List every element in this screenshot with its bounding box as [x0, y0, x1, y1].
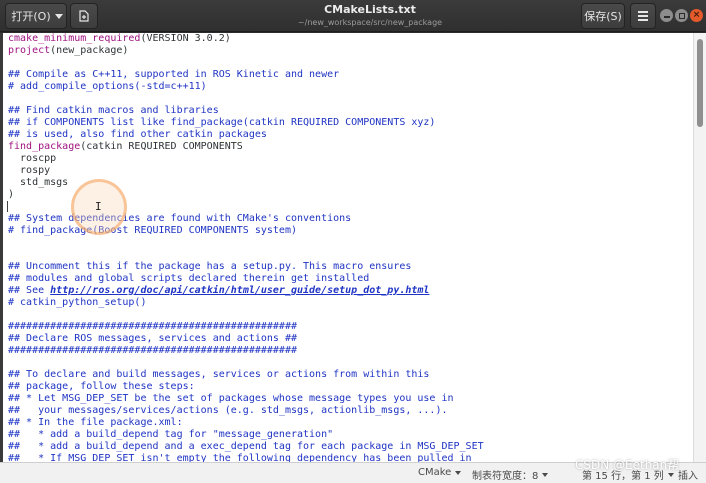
code-token: ## * In the file package.xml: [8, 417, 183, 428]
close-button[interactable]: × [690, 9, 703, 22]
code-token: # catkin_python_setup() [8, 297, 147, 308]
header-bar: 打开(O) CMakeLists.txt ~/new_workspace/src… [0, 0, 706, 32]
code-line[interactable]: ########################################… [8, 321, 484, 333]
maximize-icon [678, 12, 685, 19]
code-line[interactable] [8, 357, 484, 369]
code-line[interactable] [8, 93, 484, 105]
code-token: ## if COMPONENTS list like find_package(… [8, 117, 436, 128]
language-label: CMake [418, 467, 452, 478]
chevron-down-icon [54, 13, 63, 19]
code-token: std_msgs [8, 177, 69, 188]
menu-button[interactable] [630, 3, 656, 29]
open-button-label: 打开(O) [11, 10, 51, 23]
code-token: ## To declare and build messages, servic… [8, 369, 430, 380]
code-token: ########################################… [8, 345, 297, 356]
tab-width-selector[interactable]: 制表符宽度：8 [472, 467, 549, 482]
open-button[interactable]: 打开(O) [5, 3, 67, 29]
code-line[interactable] [8, 309, 484, 321]
code-line[interactable]: rospy [8, 165, 484, 177]
code-line[interactable]: ## To declare and build messages, servic… [8, 369, 484, 381]
window-subtitle: ~/new_workspace/src/new_package [297, 18, 443, 27]
code-line[interactable]: ########################################… [8, 345, 484, 357]
code-token: ) [8, 189, 15, 200]
code-line[interactable]: ## * If MSG_DEP_SET isn't empty the foll… [8, 453, 484, 462]
new-document-button[interactable] [70, 3, 98, 29]
scrollbar-thumb[interactable] [697, 39, 703, 127]
text-cursor [7, 201, 8, 212]
code-token: cmake_minimum_required [8, 33, 141, 44]
hamburger-menu-icon [638, 11, 648, 13]
code-line[interactable]: ## Declare ROS messages, services and ac… [8, 333, 484, 345]
code-token: # find_package(Boost REQUIRED COMPONENTS… [8, 225, 297, 236]
new-document-icon [79, 10, 89, 22]
code-line[interactable]: cmake_minimum_required(VERSION 3.0.2) [8, 33, 484, 45]
code-token: ## your messages/services/actions (e.g. … [8, 405, 448, 416]
chevron-down-icon [542, 472, 549, 477]
code-line[interactable] [8, 57, 484, 69]
code-line[interactable]: ## Find catkin macros and libraries [8, 105, 484, 117]
code-line[interactable]: ## * Let MSG_DEP_SET be the set of packa… [8, 393, 484, 405]
code-line[interactable]: ## your messages/services/actions (e.g. … [8, 405, 484, 417]
code-line[interactable]: # add_compile_options(-std=c++11) [8, 81, 484, 93]
code-line[interactable]: ## * add a build_depend and a exec_depen… [8, 441, 484, 453]
code-line[interactable]: ## * In the file package.xml: [8, 417, 484, 429]
code-view[interactable]: cmake_minimum_required(VERSION 3.0.2) pro… [8, 33, 484, 462]
chevron-down-icon [455, 470, 462, 475]
language-selector[interactable]: CMake [418, 467, 462, 478]
code-token: find_package [8, 141, 81, 152]
text-editor[interactable]: cmake_minimum_required(VERSION 3.0.2) pro… [3, 33, 693, 462]
code-token: ## package, follow these steps: [8, 381, 195, 392]
code-line[interactable]: find_package(catkin REQUIRED COMPONENTS [8, 141, 484, 153]
code-line[interactable]: # catkin_python_setup() [8, 297, 484, 309]
code-line[interactable] [8, 249, 484, 261]
vertical-scrollbar[interactable] [693, 33, 706, 462]
minimize-icon [663, 16, 670, 18]
insert-mode: 插入 [678, 467, 698, 482]
code-token: ## is used, also find other catkin packa… [8, 129, 267, 140]
maximize-button[interactable] [675, 9, 688, 22]
tab-width-label: 制表符宽度：8 [472, 471, 539, 482]
code-line[interactable]: ## package, follow these steps: [8, 381, 484, 393]
code-line[interactable]: ## if COMPONENTS list like find_package(… [8, 117, 484, 129]
code-link[interactable]: http://ros.org/doc/api/catkin/html/user_… [50, 285, 429, 296]
code-token: ## * If MSG_DEP_SET isn't empty the foll… [8, 453, 472, 462]
code-line[interactable]: ## modules and global scripts declared t… [8, 273, 484, 285]
chevron-down-icon [667, 472, 674, 477]
code-line[interactable] [8, 237, 484, 249]
code-token: ## * add a build_depend and a exec_depen… [8, 441, 484, 452]
watermark: CSDN @Eethan帮 [575, 458, 680, 472]
code-token: (new_package) [50, 45, 129, 56]
insert-mode-label: 插入 [678, 471, 698, 482]
window-title: CMakeLists.txt [324, 3, 416, 16]
code-token: ########################################… [8, 321, 297, 332]
code-token: ## * Let MSG_DEP_SET be the set of packa… [8, 393, 454, 404]
code-token: roscpp [8, 153, 57, 164]
code-token: ## Find catkin macros and libraries [8, 105, 219, 116]
close-icon: × [692, 10, 701, 20]
code-line[interactable]: project(new_package) [8, 45, 484, 57]
code-line[interactable]: roscpp [8, 153, 484, 165]
title-area: CMakeLists.txt ~/new_workspace/src/new_p… [210, 3, 530, 28]
code-line[interactable]: ## Compile as C++11, supported in ROS Ki… [8, 69, 484, 81]
code-token: ## Declare ROS messages, services and ac… [8, 333, 297, 344]
code-token: (VERSION 3.0.2) [140, 33, 231, 44]
code-token: ## See [8, 285, 51, 296]
code-token: ## * add a build_depend tag for "message… [8, 429, 334, 440]
ibeam-cursor-icon: I [95, 200, 102, 213]
code-token: # add_compile_options(-std=c++11) [8, 81, 207, 92]
code-line[interactable]: ## See http://ros.org/doc/api/catkin/htm… [8, 285, 484, 297]
code-token: ## Uncomment this if the package has a s… [8, 261, 412, 272]
code-line[interactable]: ## Uncomment this if the package has a s… [8, 261, 484, 273]
code-token: (catkin REQUIRED COMPONENTS [80, 141, 243, 152]
code-token: ## System dependencies are found with CM… [8, 213, 352, 224]
code-token: ## Compile as C++11, supported in ROS Ki… [8, 69, 340, 80]
code-token: ## modules and global scripts declared t… [8, 273, 370, 284]
code-token: rospy [8, 165, 51, 176]
code-token: project [8, 45, 51, 56]
code-line[interactable]: ## is used, also find other catkin packa… [8, 129, 484, 141]
code-line[interactable]: ## * add a build_depend tag for "message… [8, 429, 484, 441]
minimize-button[interactable] [660, 9, 673, 22]
save-button[interactable]: 保存(S) [581, 3, 625, 29]
